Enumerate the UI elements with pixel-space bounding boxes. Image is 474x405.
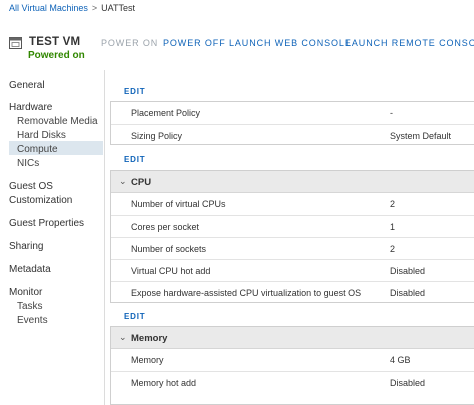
row-value: 2 (390, 199, 396, 209)
chevron-down-icon[interactable]: ⌄ (119, 176, 127, 187)
row-value: 1 (390, 222, 396, 232)
row-key: Expose hardware-assisted CPU virtualizat… (131, 288, 362, 298)
vm-icon (9, 37, 22, 49)
table-row: Cores per socket 1 (111, 215, 474, 237)
sidebar-item-nics[interactable]: NICs (17, 158, 39, 169)
table-row: Virtual CPU hot add Disabled (111, 259, 474, 281)
memory-section: ⌄ Memory Memory 4 GB Memory hot add Disa… (110, 326, 474, 405)
row-value: - (390, 108, 393, 118)
breadcrumb: All Virtual Machines > UATTest (9, 3, 135, 13)
table-row: Memory 4 GB (111, 349, 474, 371)
row-value: Disabled (390, 266, 426, 276)
sidebar-item-hardware[interactable]: Hardware (9, 102, 52, 113)
table-row: Placement Policy - (111, 102, 474, 124)
sidebar-item-guest-os-customization[interactable]: Guest OS (9, 181, 53, 192)
row-key: Number of virtual CPUs (131, 199, 226, 209)
breadcrumb-separator: > (91, 3, 98, 13)
table-row: Number of virtual CPUs 2 (111, 193, 474, 215)
breadcrumb-current: UATTest (101, 3, 135, 13)
row-key: Memory hot add (131, 378, 197, 388)
power-on-button[interactable]: POWER ON (101, 38, 158, 48)
sidebar-item-monitor[interactable]: Monitor (9, 287, 42, 298)
sidebar-item-compute[interactable]: Compute (17, 144, 58, 155)
memory-section-header[interactable]: ⌄ Memory (111, 327, 474, 349)
sidebar-item-sharing[interactable]: Sharing (9, 241, 43, 252)
chevron-down-icon[interactable]: ⌄ (119, 332, 127, 343)
row-value: System Default (390, 131, 452, 141)
sidebar-item-events[interactable]: Events (17, 315, 48, 326)
row-key: Number of sockets (131, 244, 207, 254)
sidebar-item-tasks[interactable]: Tasks (17, 301, 43, 312)
sidebar-item-guest-properties[interactable]: Guest Properties (9, 218, 84, 229)
vm-header: TEST VM Powered on (9, 36, 85, 61)
sidebar-item-hard-disks[interactable]: Hard Disks (17, 130, 66, 141)
sidebar-item-metadata[interactable]: Metadata (9, 264, 51, 275)
sidebar: General Hardware Removable Media Hard Di… (0, 74, 104, 405)
table-row: Sizing Policy System Default (111, 124, 474, 146)
cpu-section: ⌄ CPU Number of virtual CPUs 2 Cores per… (110, 170, 474, 303)
row-key: Virtual CPU hot add (131, 266, 211, 276)
table-row: Expose hardware-assisted CPU virtualizat… (111, 281, 474, 303)
power-off-button[interactable]: POWER OFF (163, 38, 226, 48)
cpu-section-title: CPU (131, 177, 152, 188)
vm-name: TEST VM (29, 36, 81, 48)
sidebar-item-removable-media[interactable]: Removable Media (17, 116, 98, 127)
breadcrumb-all-vms-link[interactable]: All Virtual Machines (9, 3, 88, 13)
table-row: Memory hot add Disabled (111, 371, 474, 393)
cpu-section-header[interactable]: ⌄ CPU (111, 171, 474, 193)
row-value: Disabled (390, 378, 426, 388)
memory-section-title: Memory (131, 333, 168, 344)
sidebar-item-guest-os-customization-line2[interactable]: Customization (9, 195, 72, 206)
row-key: Cores per socket (131, 222, 200, 232)
launch-web-console-button[interactable]: LAUNCH WEB CONSOLE (229, 38, 352, 48)
compute-panel: EDIT Placement Policy - Sizing Policy Sy… (110, 74, 474, 405)
row-key: Memory (131, 355, 164, 365)
sidebar-item-general[interactable]: General (9, 80, 45, 91)
row-value: Disabled (390, 288, 426, 298)
table-row: Number of sockets 2 (111, 237, 474, 259)
sidebar-divider (104, 70, 105, 405)
policies-table: Placement Policy - Sizing Policy System … (110, 101, 474, 145)
row-value: 4 GB (390, 355, 411, 365)
row-key: Placement Policy (131, 108, 201, 118)
edit-cpu-link[interactable]: EDIT (124, 155, 145, 164)
edit-memory-link[interactable]: EDIT (124, 312, 145, 321)
row-value: 2 (390, 244, 396, 254)
edit-policies-link[interactable]: EDIT (124, 87, 145, 96)
row-key: Sizing Policy (131, 131, 183, 141)
launch-remote-console-button[interactable]: LAUNCH REMOTE CONSOLE (346, 38, 474, 48)
vm-power-state: Powered on (28, 50, 85, 61)
